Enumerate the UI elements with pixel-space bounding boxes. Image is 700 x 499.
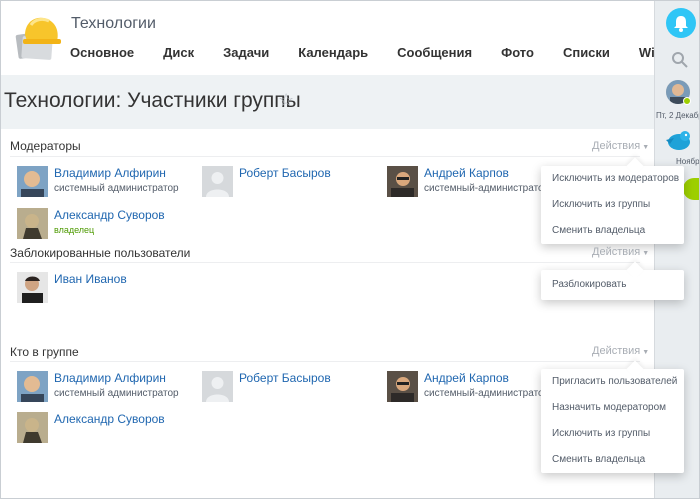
- section-title-moderators: Модераторы: [10, 139, 81, 153]
- nav-messages[interactable]: Сообщения: [397, 45, 472, 60]
- nav-tasks[interactable]: Задачи: [223, 45, 269, 60]
- menu-item-unblock[interactable]: Разблокировать: [541, 270, 684, 300]
- section-divider: [10, 361, 640, 362]
- group-name[interactable]: Технологии: [71, 15, 156, 33]
- member-name[interactable]: Иван Иванов: [54, 272, 127, 286]
- members-actions-button[interactable]: Действия ▼: [592, 345, 649, 357]
- bird-icon[interactable]: [664, 128, 694, 152]
- caret-down-icon: ▼: [642, 349, 650, 356]
- owner-badge: владелец: [54, 225, 95, 235]
- member-name[interactable]: Александр Суворов: [54, 208, 165, 222]
- section-divider: [10, 262, 640, 263]
- member-role: системный-администратор: [424, 388, 550, 399]
- nav-lists[interactable]: Списки: [563, 45, 610, 60]
- menu-item-change-owner[interactable]: Сменить владельца: [541, 447, 684, 473]
- page-title: Технологии: Участники группы: [4, 89, 301, 112]
- member-avatar[interactable]: [17, 412, 48, 443]
- member-name[interactable]: Андрей Карпов: [424, 371, 509, 385]
- section-divider: [10, 156, 640, 157]
- online-status-icon: [683, 97, 691, 105]
- member-avatar[interactable]: [202, 371, 233, 402]
- actions-label: Действия: [592, 140, 641, 152]
- section-title-members: Кто в группе: [10, 345, 79, 359]
- member-name[interactable]: Александр Суворов: [54, 412, 165, 426]
- member-role: системный-администратор: [424, 183, 550, 194]
- menu-item-change-owner[interactable]: Сменить владельца: [541, 218, 684, 244]
- menu-item-invite-users[interactable]: Пригласить пользователей: [541, 369, 684, 395]
- menu-item-remove-moderator[interactable]: Исключить из модераторов: [541, 166, 684, 192]
- menu-item-make-moderator[interactable]: Назначить модератором: [541, 395, 684, 421]
- caret-down-icon: ▼: [642, 144, 650, 151]
- member-avatar[interactable]: [17, 371, 48, 402]
- moderators-actions-button[interactable]: Действия ▼: [592, 140, 649, 152]
- menu-item-remove-from-group[interactable]: Исключить из группы: [541, 192, 684, 218]
- actions-label: Действия: [592, 246, 641, 258]
- banned-actions-menu: Разблокировать: [541, 261, 684, 300]
- member-avatar[interactable]: [17, 272, 48, 303]
- section-title-banned: Заблокированные пользователи: [10, 246, 191, 260]
- member-role: системный администратор: [54, 183, 179, 194]
- menu-item-remove-from-group[interactable]: Исключить из группы: [541, 421, 684, 447]
- member-name[interactable]: Роберт Басыров: [239, 371, 331, 385]
- notifications-bell-icon[interactable]: [666, 8, 696, 38]
- member-name[interactable]: Владимир Алфирин: [54, 166, 166, 180]
- members-actions-menu: Пригласить пользователей Назначить модер…: [541, 360, 684, 473]
- nav-calendar[interactable]: Календарь: [298, 45, 368, 60]
- member-avatar[interactable]: [387, 371, 418, 402]
- member-role: системный администратор: [54, 388, 179, 399]
- actions-label: Действия: [592, 345, 641, 357]
- banned-actions-button[interactable]: Действия ▼: [592, 246, 649, 258]
- member-name[interactable]: Владимир Алфирин: [54, 371, 166, 385]
- group-nav: Основное Диск Задачи Календарь Сообщения…: [70, 45, 666, 60]
- nav-photo[interactable]: Фото: [501, 45, 534, 60]
- right-panel-bird-label: Ноябрь: [676, 157, 699, 166]
- nav-main[interactable]: Основное: [70, 45, 134, 60]
- group-header: Технологии: [1, 1, 654, 75]
- member-avatar[interactable]: [17, 166, 48, 197]
- member-avatar[interactable]: [17, 208, 48, 239]
- member-avatar[interactable]: [202, 166, 233, 197]
- nav-disk[interactable]: Диск: [163, 45, 194, 60]
- search-icon[interactable]: [670, 50, 690, 70]
- group-logo-icon[interactable]: [13, 11, 61, 65]
- star-icon[interactable]: ☆: [278, 90, 294, 111]
- member-name[interactable]: Андрей Карпов: [424, 166, 509, 180]
- green-tab-icon[interactable]: [683, 178, 699, 200]
- member-avatar[interactable]: [387, 166, 418, 197]
- right-panel-date: Пт, 2 Декабря: [656, 111, 699, 120]
- caret-down-icon: ▼: [642, 250, 650, 257]
- member-name[interactable]: Роберт Басыров: [239, 166, 331, 180]
- moderators-actions-menu: Исключить из модераторов Исключить из гр…: [541, 157, 684, 244]
